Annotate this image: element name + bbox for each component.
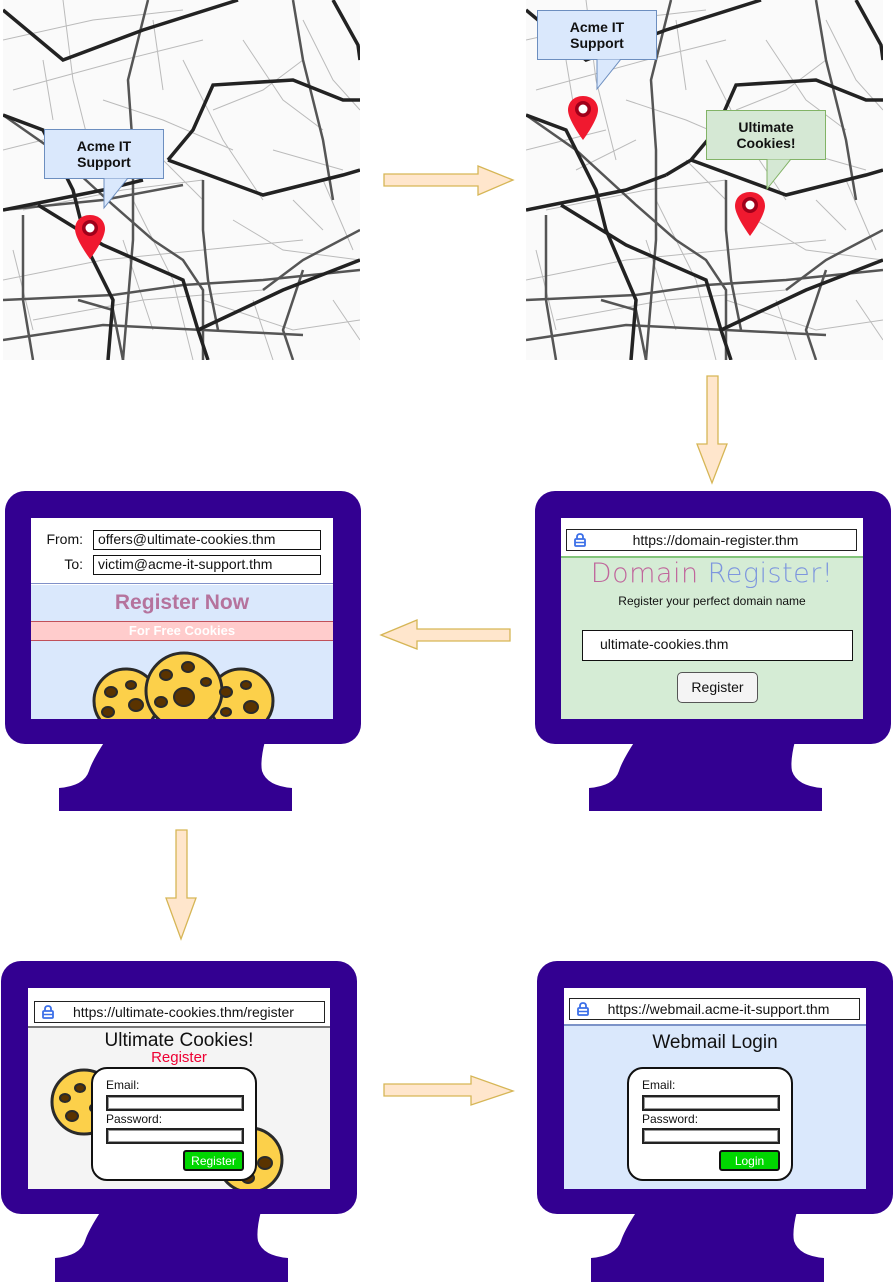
- acme-location-pin-icon: [568, 96, 598, 140]
- fake-register-screen: https://ultimate-cookies.thm/register Ul…: [28, 988, 330, 1189]
- register-now-headline[interactable]: Register Now: [31, 591, 333, 615]
- register-button[interactable]: Register: [183, 1150, 244, 1171]
- street-map: [3, 0, 360, 360]
- monitor-phishing-email: From: offers@ultimate-cookies.thm To: vi…: [5, 491, 363, 811]
- flow-arrow-down-2: [165, 829, 197, 941]
- email-label: Email:: [642, 1078, 676, 1092]
- callout-tail: [596, 59, 622, 91]
- email-input[interactable]: [106, 1095, 244, 1111]
- browser-url-bar[interactable]: https://webmail.acme-it-support.thm: [569, 998, 860, 1020]
- free-cookies-band: For Free Cookies: [31, 621, 333, 641]
- callout-line1: Ultimate: [738, 119, 794, 135]
- password-input[interactable]: [642, 1128, 780, 1144]
- callout-line1: Acme IT: [569, 19, 625, 35]
- password-label: Password:: [106, 1112, 163, 1126]
- to-field[interactable]: victim@acme-it-support.thm: [93, 555, 321, 575]
- flow-arrow-right-1: [383, 165, 515, 196]
- email-body: Register Now For Free Cookies: [31, 585, 333, 719]
- logo-part-domain: Domain: [590, 558, 699, 589]
- monitor-domain-register: https://domain-register.thm Domain Regis…: [535, 491, 893, 811]
- map-step1: Acme IT Support: [3, 0, 360, 360]
- email-input[interactable]: [642, 1095, 780, 1111]
- url-text: https://ultimate-cookies.thm/register: [73, 1004, 294, 1020]
- fake-register-page: Ultimate Cookies! Register Email: Passwo…: [28, 1026, 330, 1189]
- acme-location-pin-icon: [75, 215, 105, 259]
- register-form: Email: Password: Register: [91, 1067, 257, 1181]
- ultimate-cookies-location-pin-icon: [735, 192, 765, 236]
- flow-arrow-left-1: [379, 619, 511, 650]
- email-label: Email:: [106, 1078, 140, 1092]
- email-header: From: offers@ultimate-cookies.thm To: vi…: [31, 518, 333, 584]
- callout-tail: [103, 178, 129, 210]
- callout-line2: Support: [570, 35, 624, 51]
- phishing-email-screen: From: offers@ultimate-cookies.thm To: vi…: [31, 518, 333, 719]
- login-button[interactable]: Login: [719, 1150, 780, 1171]
- webmail-screen: https://webmail.acme-it-support.thm Webm…: [564, 988, 866, 1189]
- to-label: To:: [64, 556, 83, 572]
- ultimate-cookies-callout: Ultimate Cookies!: [706, 110, 826, 160]
- browser-url-bar[interactable]: https://ultimate-cookies.thm/register: [34, 1001, 325, 1023]
- lock-icon: [42, 1005, 54, 1019]
- domain-register-logo: Domain Register!: [561, 558, 863, 589]
- lock-icon: [577, 1002, 589, 1016]
- cookies-illustration-icon: [92, 651, 275, 719]
- login-form: Email: Password: Login: [627, 1067, 793, 1181]
- monitor-fake-register: https://ultimate-cookies.thm/register Ul…: [1, 961, 359, 1282]
- register-subtitle: Register: [151, 1049, 207, 1066]
- callout-line2: Support: [77, 154, 131, 170]
- from-label: From:: [46, 531, 83, 547]
- browser-url-bar[interactable]: https://domain-register.thm: [566, 529, 857, 551]
- webmail-page: Webmail Login Email: Password: Login: [564, 1024, 866, 1189]
- callout-line2: Cookies!: [736, 135, 796, 151]
- webmail-title: Webmail Login: [652, 1032, 778, 1053]
- domain-register-screen: https://domain-register.thm Domain Regis…: [561, 518, 863, 719]
- map-step2: Acme IT Support Ultimate Cookies!: [526, 0, 883, 360]
- register-domain-button[interactable]: Register: [677, 672, 758, 703]
- flow-arrow-down-1: [696, 375, 728, 485]
- url-text: https://domain-register.thm: [632, 532, 799, 548]
- domain-register-subtitle: Register your perfect domain name: [618, 594, 806, 608]
- lock-icon: [574, 533, 586, 547]
- acme-it-support-callout: Acme IT Support: [537, 10, 657, 60]
- from-field[interactable]: offers@ultimate-cookies.thm: [93, 530, 321, 550]
- password-input[interactable]: [106, 1128, 244, 1144]
- domain-register-page: Domain Register! Register your perfect d…: [561, 556, 863, 719]
- acme-it-support-callout: Acme IT Support: [44, 129, 164, 179]
- callout-line1: Acme IT: [76, 138, 132, 154]
- monitor-webmail-login: https://webmail.acme-it-support.thm Webm…: [537, 961, 895, 1282]
- password-label: Password:: [642, 1112, 699, 1126]
- logo-part-register: Register!: [707, 558, 834, 589]
- url-text: https://webmail.acme-it-support.thm: [607, 1001, 830, 1017]
- callout-tail: [766, 159, 792, 191]
- domain-search-input[interactable]: ultimate-cookies.thm: [582, 630, 853, 661]
- flow-arrow-right-2: [383, 1075, 515, 1106]
